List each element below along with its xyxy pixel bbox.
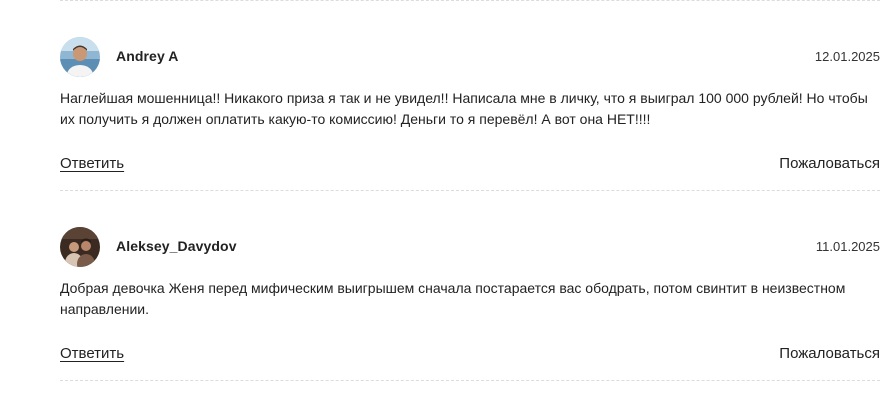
comment-author[interactable]: Aleksey_Davydov <box>116 238 237 254</box>
comment-text: Добрая девочка Женя перед мифическим выи… <box>60 280 846 317</box>
avatar[interactable] <box>60 37 100 77</box>
comment-divider <box>60 190 880 191</box>
comment-date: 12.01.2025 <box>814 49 880 64</box>
avatar[interactable] <box>60 227 100 267</box>
comment-header: Andrey A 12.01.2025 <box>60 37 880 77</box>
comment-divider-top <box>60 0 880 1</box>
comment-divider <box>60 380 880 381</box>
comment-item: Aleksey_Davydov 11.01.2025 Добрая девочк… <box>60 227 880 380</box>
complain-link[interactable]: Пожаловаться <box>779 155 880 172</box>
comment-date: 11.01.2025 <box>815 239 880 254</box>
user-photo-icon <box>60 37 100 77</box>
user-photo-icon <box>60 227 100 267</box>
complain-link[interactable]: Пожаловаться <box>779 345 880 362</box>
comment-author[interactable]: Andrey A <box>116 48 179 64</box>
reply-link[interactable]: Ответить <box>60 345 124 362</box>
reply-link[interactable]: Ответить <box>60 155 124 172</box>
comment-item: Andrey A 12.01.2025 Наглейшая мошенница!… <box>60 37 880 190</box>
comment-header: Aleksey_Davydov 11.01.2025 <box>60 227 880 267</box>
comment-text: Наглейшая мошенница!! Никакого приза я т… <box>60 90 868 127</box>
